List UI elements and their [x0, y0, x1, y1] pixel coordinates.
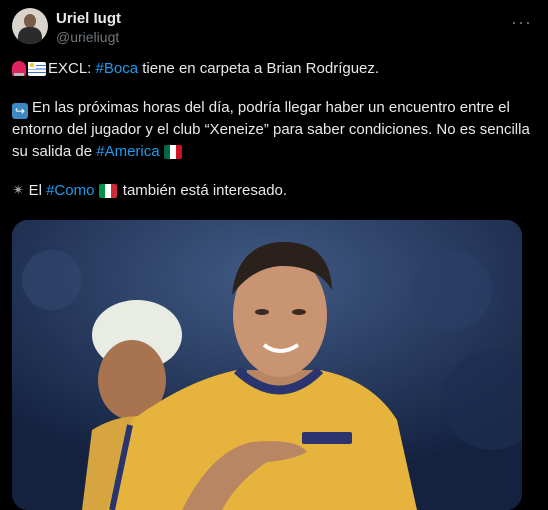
tweet-text: EXCL: #Boca tiene en carpeta a Brian Rod…	[12, 58, 532, 202]
tweet-paragraph-3: ✴ El #Como también está interesado.	[12, 180, 532, 202]
hashtag-boca[interactable]: #Boca	[96, 60, 139, 77]
mexico-flag-icon	[163, 145, 182, 159]
author-handle[interactable]: @urieliugt	[56, 29, 119, 45]
sparkle-icon: ✴	[12, 182, 25, 199]
tweet-line-1: EXCL: #Boca tiene en carpeta a Brian Rod…	[12, 58, 532, 80]
author-name[interactable]: Uriel Iugt	[56, 10, 121, 27]
player-photo-illustration	[12, 220, 522, 510]
hashtag-america[interactable]: #America	[96, 143, 159, 160]
uruguay-flag-icon	[28, 62, 46, 76]
more-horizontal-icon[interactable]: ···	[511, 12, 532, 33]
para3-rest: también está interesado.	[118, 182, 288, 199]
avatar-body	[18, 27, 42, 44]
avatar-head	[24, 14, 36, 28]
tweet-paragraph-2: ↪ En las próximas horas del día, podría l…	[12, 97, 532, 163]
return-arrow-icon: ↪	[12, 103, 28, 119]
para3-prefix: El	[28, 182, 47, 199]
line1-rest: tiene en carpeta a Brian Rodríguez.	[138, 60, 380, 77]
siren-icon	[12, 61, 26, 76]
line1-prefix: EXCL:	[48, 60, 96, 77]
hashtag-como[interactable]: #Como	[46, 182, 94, 199]
italy-flag-icon	[98, 184, 117, 198]
tweet-header: Uriel Iugt @urieliugt ···	[12, 8, 536, 48]
tweet-photo[interactable]	[12, 220, 522, 510]
para2-text: En las próximas horas del día, podría ll…	[12, 99, 530, 160]
avatar[interactable]	[12, 8, 48, 44]
